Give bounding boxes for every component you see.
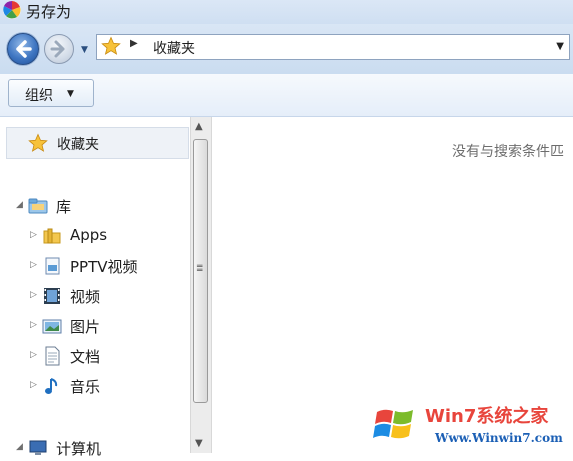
sidebar-item-label: 图片	[70, 318, 101, 336]
sidebar-item-label: 音乐	[70, 378, 101, 396]
sidebar-item-pptv[interactable]: ▷ PPTV视频	[30, 253, 186, 279]
expand-icon[interactable]: ▷	[30, 350, 37, 360]
library-icon	[28, 198, 48, 214]
windows-logo-icon	[373, 409, 413, 439]
sidebar-item-documents[interactable]: ▷ 文档	[30, 343, 186, 369]
sidebar-item-label: PPTV视频	[70, 258, 138, 276]
empty-message: 没有与搜索条件匹	[452, 144, 564, 160]
navigation-pane: 收藏夹 ◢ 库 ▷ Apps ▷ PPTV视频 ▷ 视频 ▷ 图片 ▷ 文档 ▷…	[0, 117, 190, 458]
organize-button[interactable]: 组织 ▼	[8, 79, 94, 107]
sidebar-item-apps[interactable]: ▷ Apps	[30, 223, 186, 249]
breadcrumb[interactable]: 收藏夹	[153, 38, 195, 58]
sidebar-item-label: 视频	[70, 288, 101, 306]
watermark-url: Www.Winwin7.com	[435, 431, 563, 445]
expand-icon[interactable]: ▷	[30, 260, 37, 270]
forward-button[interactable]	[44, 34, 74, 64]
expand-icon[interactable]: ▷	[30, 320, 37, 330]
computer-icon	[29, 440, 47, 455]
expand-icon[interactable]: ▷	[30, 230, 37, 240]
scrollbar-thumb[interactable]: ═ ═	[193, 139, 208, 403]
sidebar-item-library[interactable]: ◢ 库	[16, 193, 186, 219]
navigation-pane-scrollbar[interactable]: ▲ ═ ═ ▼	[190, 117, 212, 453]
music-icon	[45, 378, 58, 394]
sidebar-item-video[interactable]: ▷ 视频	[30, 283, 186, 309]
address-dropdown-icon[interactable]: ▼	[556, 41, 564, 52]
sidebar-item-label: 收藏夹	[57, 137, 99, 153]
watermark: Win7系统之家 Www.Winwin7.com	[373, 396, 573, 453]
sidebar-item-computer[interactable]: ◢ 计算机	[16, 435, 186, 461]
sidebar-item-label: 计算机	[56, 440, 102, 458]
history-dropdown-icon[interactable]: ▼	[81, 45, 88, 55]
grip-icon: ═ ═	[197, 262, 203, 276]
app-icon	[3, 1, 21, 19]
video-icon	[44, 288, 60, 304]
title-bar: 另存为	[0, 0, 573, 24]
back-button[interactable]	[7, 33, 39, 65]
document-icon	[45, 257, 60, 275]
collapse-icon[interactable]: ◢	[16, 200, 23, 210]
navigation-bar: ▼ ▶ 收藏夹 ▼	[0, 24, 573, 74]
back-arrow-icon	[16, 40, 32, 58]
organize-label: 组织	[25, 88, 53, 104]
document-icon	[45, 346, 60, 366]
expand-icon[interactable]: ▷	[30, 290, 37, 300]
forward-arrow-icon	[50, 40, 65, 58]
picture-icon	[42, 319, 62, 334]
sidebar-item-music[interactable]: ▷ 音乐	[30, 373, 186, 399]
address-bar[interactable]: ▶ 收藏夹 ▼	[96, 34, 570, 60]
scroll-down-icon[interactable]: ▼	[195, 438, 203, 449]
sidebar-item-pictures[interactable]: ▷ 图片	[30, 313, 186, 339]
star-icon	[28, 133, 48, 152]
collapse-icon[interactable]: ◢	[16, 442, 23, 452]
sidebar-item-favorites[interactable]: 收藏夹	[6, 127, 189, 159]
breadcrumb-separator-icon[interactable]: ▶	[130, 38, 138, 49]
watermark-brand: Win7系统之家	[425, 406, 549, 427]
expand-icon[interactable]: ▷	[30, 380, 37, 390]
scroll-up-icon[interactable]: ▲	[195, 121, 203, 132]
sidebar-item-label: Apps	[70, 226, 108, 244]
sidebar-item-label: 库	[56, 198, 72, 216]
chevron-down-icon: ▼	[67, 89, 74, 99]
window-title: 另存为	[26, 3, 72, 21]
toolbar: 组织 ▼	[0, 74, 573, 117]
folder-icon	[43, 228, 61, 244]
sidebar-item-label: 文档	[70, 348, 101, 366]
star-icon	[101, 36, 121, 55]
